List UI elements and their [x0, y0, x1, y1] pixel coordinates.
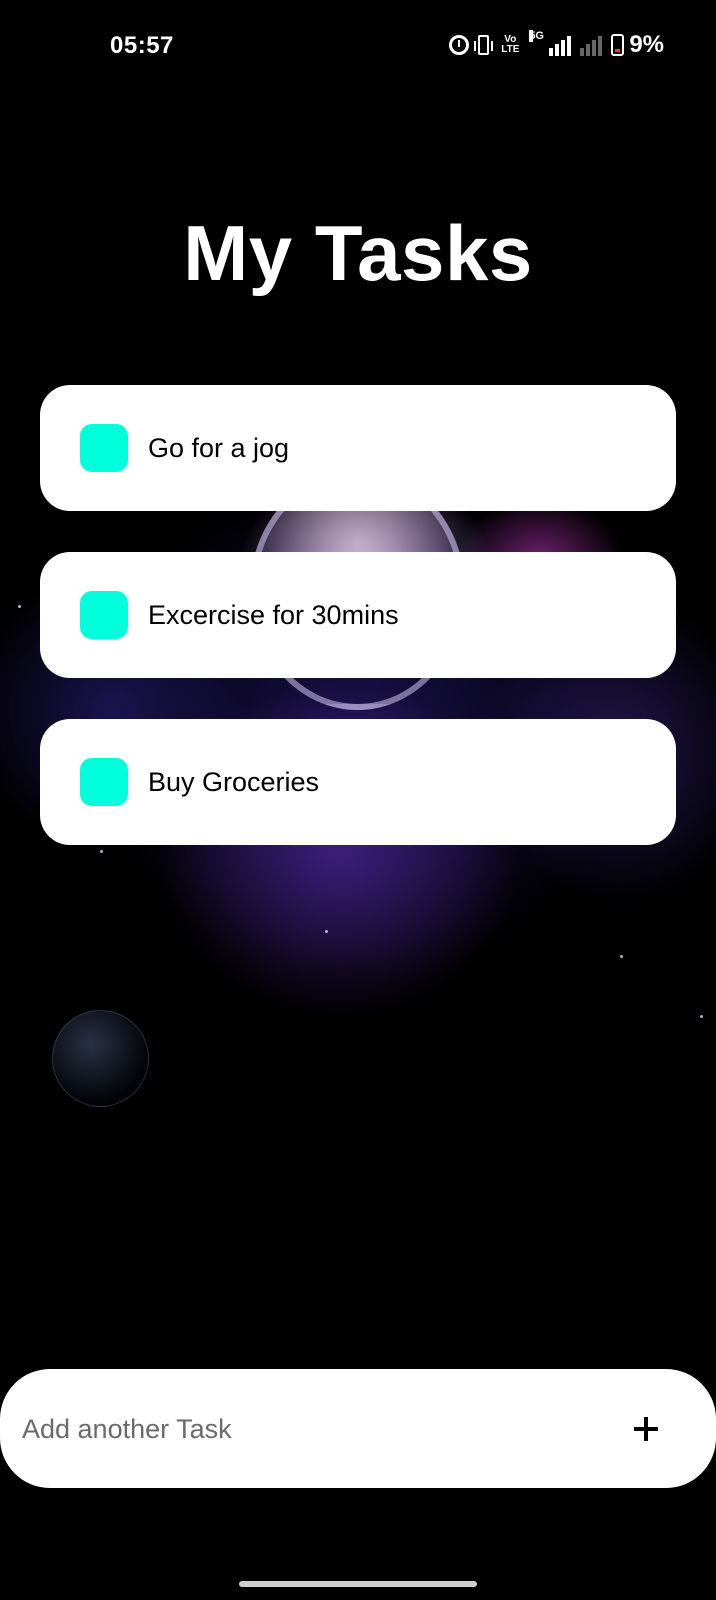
task-label: Go for a jog [148, 432, 290, 463]
task-list: Go for a jog Excercise for 30mins Buy Gr… [40, 385, 676, 886]
volte-icon: Vo LTE [498, 35, 522, 55]
star-dot [700, 1015, 703, 1018]
volte-label-bottom: LTE [501, 44, 520, 55]
star-dot [620, 955, 623, 958]
task-checkbox[interactable] [80, 758, 128, 806]
bubble-image [52, 1010, 149, 1107]
status-bar: 05:57 Vo LTE 5G 9% [0, 0, 716, 92]
add-task-input[interactable] [20, 1369, 584, 1490]
page-title: My Tasks [183, 209, 533, 297]
network-label: 5G [529, 30, 544, 42]
task-label: Buy Groceries [148, 766, 320, 797]
task-item[interactable]: Excercise for 30mins [40, 552, 676, 678]
battery-icon [611, 34, 625, 56]
signal-5g-icon: 5G [529, 30, 572, 56]
task-checkbox[interactable] [80, 591, 128, 639]
add-task-bar [0, 1369, 716, 1490]
task-label: Excercise for 30mins [148, 599, 399, 630]
signal-icon [580, 34, 603, 56]
status-time: 05:57 [110, 32, 174, 59]
app-screen: 05:57 Vo LTE 5G 9% My Tasks Go for a jog [0, 0, 716, 1600]
vibrate-icon [474, 35, 494, 55]
star-dot [18, 605, 21, 608]
add-task-button[interactable] [624, 1407, 668, 1451]
status-icons: Vo LTE 5G 9% [449, 30, 664, 60]
task-item[interactable]: Buy Groceries [40, 719, 676, 845]
battery-percent: 9% [629, 31, 664, 58]
task-item[interactable]: Go for a jog [40, 385, 676, 511]
alarm-icon [449, 35, 470, 55]
task-checkbox[interactable] [80, 424, 128, 472]
star-dot [325, 930, 328, 933]
home-indicator[interactable] [239, 1581, 477, 1587]
plus-icon [634, 1417, 658, 1441]
